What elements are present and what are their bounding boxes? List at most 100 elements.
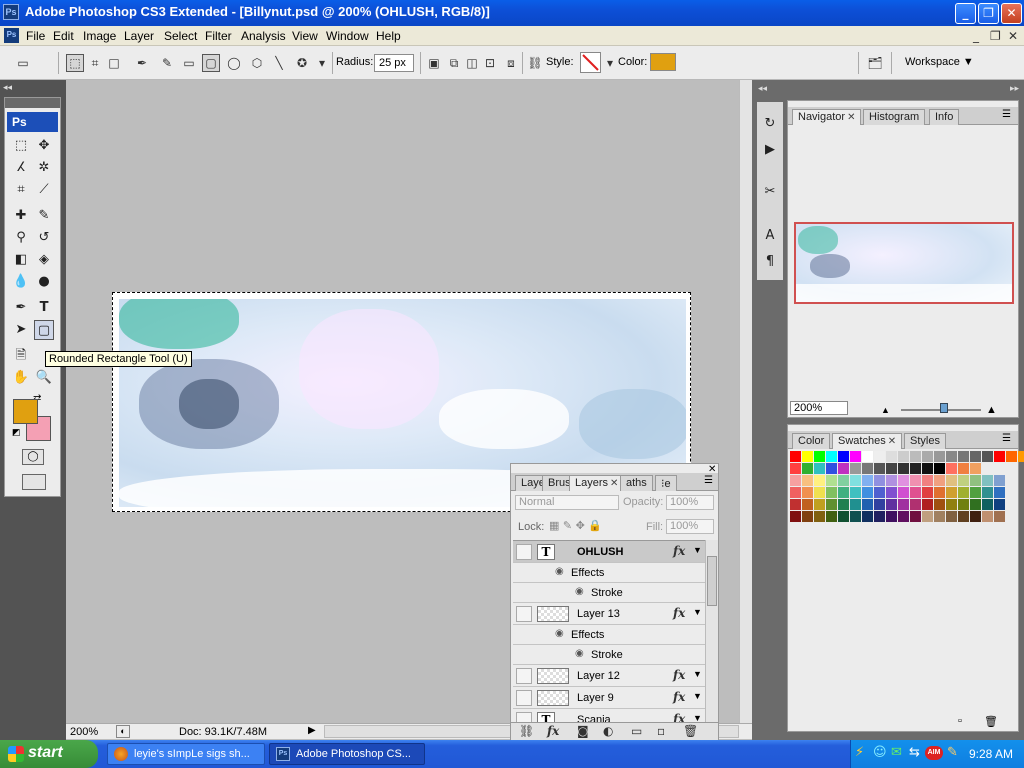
- link-layers-icon[interactable]: ⛓: [519, 724, 534, 738]
- tab-layers[interactable]: Layers ✕: [569, 475, 625, 491]
- color-swatch[interactable]: [826, 499, 837, 510]
- collapse-icon[interactable]: ◂◂: [3, 82, 12, 93]
- color-swatch[interactable]: [886, 475, 897, 486]
- bridge-icon[interactable]: 🗂: [864, 54, 886, 72]
- color-swatch[interactable]: [994, 487, 1005, 498]
- color-swatch[interactable]: [850, 451, 861, 462]
- task-firefox[interactable]: leyie's sImpLe sigs sh...: [107, 743, 265, 765]
- color-swatch[interactable]: [970, 451, 981, 462]
- color-swatch[interactable]: [886, 463, 897, 474]
- tab-channels[interactable]: ⁝e: [655, 475, 677, 491]
- delete-layer-icon[interactable]: 🗑: [683, 724, 698, 738]
- tray-messenger-icon[interactable]: ✉: [891, 745, 902, 760]
- color-swatch[interactable]: [934, 487, 945, 498]
- tray-app-icon[interactable]: ⚡: [855, 745, 864, 760]
- color-swatch[interactable]: [886, 499, 897, 510]
- color-swatch[interactable]: [826, 463, 837, 474]
- panel-menu-icon[interactable]: ☰: [1002, 109, 1011, 120]
- color-swatch[interactable]: [970, 487, 981, 498]
- layer-effects-icon[interactable]: fx: [673, 690, 685, 704]
- lock-icons[interactable]: ▦ ✎ ✥ 🔒: [549, 519, 602, 532]
- status-menu-arrow-icon[interactable]: ▶: [308, 725, 316, 736]
- notes-tool-icon[interactable]: 🗎: [11, 346, 31, 366]
- color-swatch[interactable]: [802, 451, 813, 462]
- color-swatch[interactable]: [958, 463, 969, 474]
- tray-aim-icon[interactable]: AIM: [925, 746, 943, 760]
- color-swatch[interactable]: [934, 475, 945, 486]
- color-swatch[interactable]: [886, 511, 897, 522]
- tab-color[interactable]: Color: [792, 433, 831, 449]
- color-swatch[interactable]: [826, 475, 837, 486]
- menu-analysis[interactable]: Analysis: [241, 29, 286, 43]
- color-swatch[interactable]: [862, 487, 873, 498]
- menu-file[interactable]: File: [26, 29, 45, 43]
- layers-scrollbar[interactable]: [705, 540, 718, 722]
- zoom-out-icon[interactable]: ▲: [881, 405, 890, 415]
- tab-swatches[interactable]: Swatches ✕: [832, 433, 903, 449]
- menu-window[interactable]: Window: [326, 29, 369, 43]
- color-swatch[interactable]: [1006, 451, 1017, 462]
- color-swatch[interactable]: [958, 487, 969, 498]
- paint-bucket-icon[interactable]: ◈: [34, 250, 54, 270]
- color-swatch[interactable]: [790, 475, 801, 486]
- color-swatch[interactable]: [850, 511, 861, 522]
- color-swatch[interactable]: [874, 511, 885, 522]
- create-new-shape-icon[interactable]: ▣: [425, 54, 443, 72]
- color-swatch[interactable]: [814, 451, 825, 462]
- color-swatch[interactable]: [922, 511, 933, 522]
- hand-tool-icon[interactable]: ✋: [11, 368, 31, 388]
- new-swatch-icon[interactable]: ▫: [958, 715, 962, 727]
- crop-tool-icon[interactable]: ⌗: [11, 180, 31, 200]
- color-swatch[interactable]: [850, 487, 861, 498]
- color-swatch[interactable]: [790, 511, 801, 522]
- color-swatch[interactable]: [970, 475, 981, 486]
- zoom-readout[interactable]: 200%: [70, 726, 98, 738]
- color-swatch[interactable]: [970, 499, 981, 510]
- color-swatch[interactable]: [838, 451, 849, 462]
- color-swatch[interactable]: [958, 499, 969, 510]
- color-swatch[interactable]: [802, 475, 813, 486]
- color-swatch[interactable]: [814, 475, 825, 486]
- color-swatch[interactable]: [970, 463, 981, 474]
- close-button[interactable]: ✕: [1001, 3, 1022, 24]
- actions-panel-icon[interactable]: ▶: [760, 140, 780, 160]
- color-swatch[interactable]: [802, 487, 813, 498]
- expand-effects-icon[interactable]: ▼: [693, 713, 702, 722]
- color-swatch[interactable]: [922, 463, 933, 474]
- color-swatch[interactable]: [862, 475, 873, 486]
- panel-menu-icon[interactable]: ☰: [704, 475, 713, 486]
- blend-mode-select[interactable]: Normal: [515, 495, 619, 510]
- color-swatch[interactable]: [982, 499, 993, 510]
- color-swatch[interactable]: [874, 499, 885, 510]
- canvas-vertical-scrollbar[interactable]: [739, 80, 752, 723]
- color-swatch[interactable]: [958, 511, 969, 522]
- color-swatch[interactable]: [826, 511, 837, 522]
- color-swatch[interactable]: [862, 511, 873, 522]
- color-swatch[interactable]: [898, 487, 909, 498]
- color-swatch[interactable]: [850, 499, 861, 510]
- pen-tool-icon[interactable]: ✒: [133, 54, 151, 72]
- color-swatch[interactable]: [790, 499, 801, 510]
- fill-pixels-icon[interactable]: □: [105, 54, 123, 72]
- tab-styles[interactable]: Styles: [904, 433, 946, 449]
- rounded-rectangle-shape-icon[interactable]: ▢: [202, 54, 220, 72]
- visibility-toggle[interactable]: [516, 606, 532, 622]
- tab-paths[interactable]: aths: [620, 475, 653, 491]
- style-dropdown-icon[interactable]: ▾: [601, 54, 619, 72]
- doc-restore-button[interactable]: ❐: [990, 29, 1001, 43]
- document-icon[interactable]: Ps: [4, 28, 19, 43]
- move-tool-icon[interactable]: ✥: [34, 136, 54, 156]
- history-brush-icon[interactable]: ↺: [34, 228, 54, 248]
- expand-dock-icon[interactable]: ◂◂: [758, 83, 767, 94]
- expand-effects-icon[interactable]: ▼: [693, 669, 702, 679]
- eye-icon[interactable]: ◉: [555, 566, 564, 577]
- effect-stroke-row[interactable]: ◉ Stroke: [513, 645, 705, 665]
- color-swatch[interactable]: [790, 487, 801, 498]
- color-swatch[interactable]: [838, 511, 849, 522]
- color-swatch[interactable]: [898, 475, 909, 486]
- color-swatch[interactable]: [946, 451, 957, 462]
- menu-edit[interactable]: Edit: [53, 29, 74, 43]
- tray-users-icon[interactable]: ☺: [873, 745, 887, 760]
- menu-select[interactable]: Select: [164, 29, 197, 43]
- collapse-dock-icon[interactable]: ▸▸: [1010, 83, 1019, 94]
